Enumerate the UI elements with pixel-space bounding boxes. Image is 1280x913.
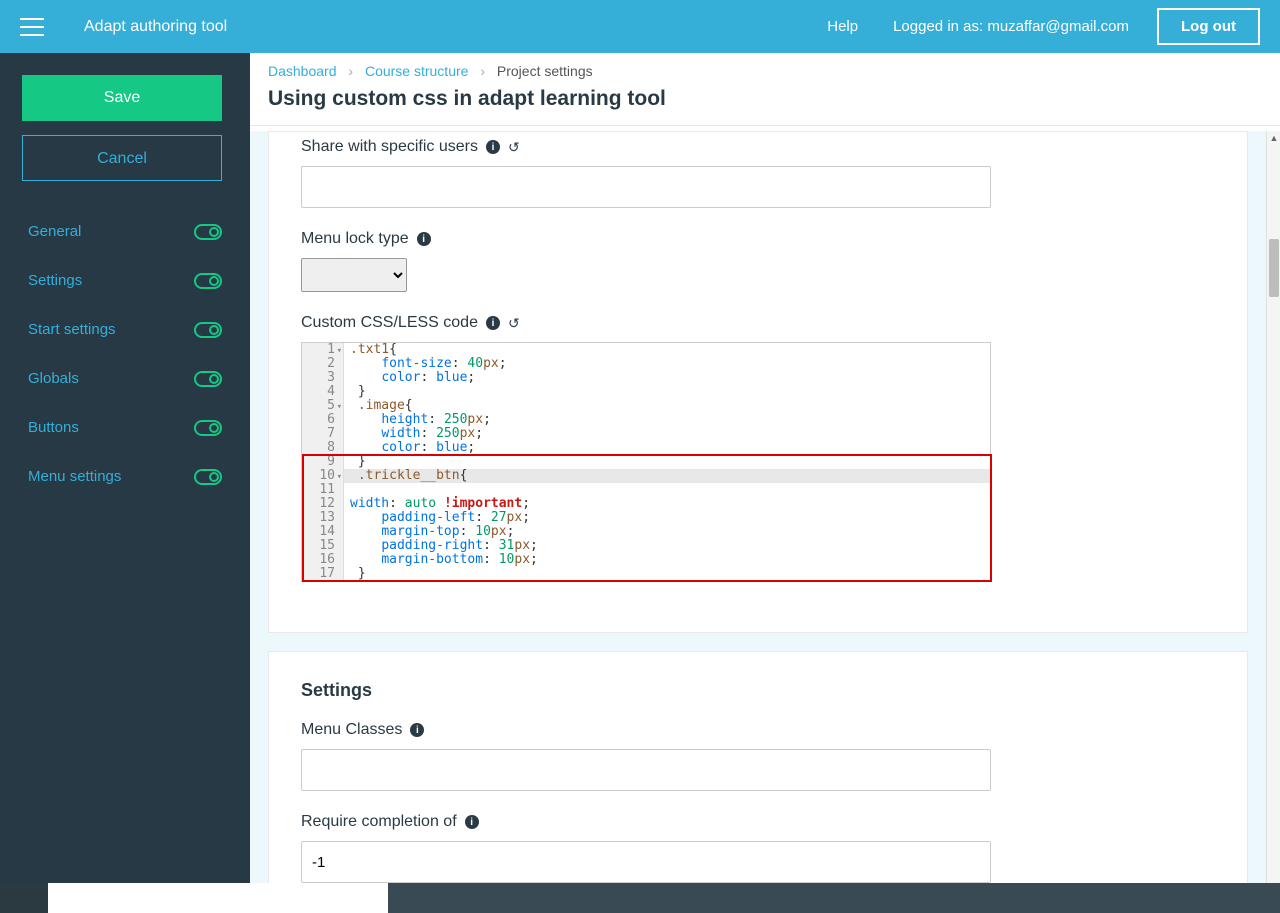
- scrollbar-track[interactable]: ▲ ▼: [1266, 131, 1280, 913]
- info-icon[interactable]: i: [486, 316, 500, 330]
- share-users-label: Share with specific users: [301, 138, 478, 156]
- breadcrumb-current: Project settings: [497, 63, 593, 79]
- sidebar-item-globals[interactable]: Globals: [22, 354, 228, 403]
- scroll-up-arrow[interactable]: ▲: [1267, 131, 1280, 145]
- breadcrumb-dashboard[interactable]: Dashboard: [268, 63, 337, 79]
- page-title: Using custom css in adapt learning tool: [268, 87, 1262, 111]
- menu-lock-label: Menu lock type: [301, 230, 409, 248]
- menu-lock-select[interactable]: [301, 258, 407, 292]
- content-scroll[interactable]: Share with specific users i ↺ Menu lock …: [250, 131, 1266, 913]
- menu-classes-input[interactable]: [301, 749, 991, 791]
- toggle-icon[interactable]: [194, 322, 222, 338]
- hamburger-menu-icon[interactable]: [20, 18, 44, 36]
- save-button[interactable]: Save: [22, 75, 222, 121]
- sidebar: Save Cancel GeneralSettingsStart setting…: [0, 53, 250, 913]
- sidebar-item-general[interactable]: General: [22, 207, 228, 256]
- info-icon[interactable]: i: [486, 140, 500, 154]
- help-link[interactable]: Help: [827, 18, 858, 35]
- code-editor[interactable]: 1▾.txt1{2 font-size: 40px;3 color: blue;…: [301, 342, 991, 582]
- logged-in-text: Logged in as: muzaffar@gmail.com: [893, 18, 1129, 35]
- share-users-input[interactable]: [301, 166, 991, 208]
- toggle-icon[interactable]: [194, 371, 222, 387]
- sidebar-item-settings[interactable]: Settings: [22, 256, 228, 305]
- require-completion-input[interactable]: [301, 841, 991, 883]
- custom-css-label: Custom CSS/LESS code: [301, 314, 478, 332]
- main-area: Dashboard › Course structure › Project s…: [250, 53, 1280, 913]
- sidebar-item-buttons[interactable]: Buttons: [22, 403, 228, 452]
- sidebar-item-start-settings[interactable]: Start settings: [22, 305, 228, 354]
- cancel-button[interactable]: Cancel: [22, 135, 222, 181]
- topbar: Adapt authoring tool Help Logged in as: …: [0, 0, 1280, 53]
- menu-classes-label: Menu Classes: [301, 721, 402, 739]
- toggle-icon[interactable]: [194, 469, 222, 485]
- toggle-icon[interactable]: [194, 420, 222, 436]
- taskbar: [0, 883, 1280, 913]
- info-icon[interactable]: i: [417, 232, 431, 246]
- breadcrumb: Dashboard › Course structure › Project s…: [268, 63, 1262, 79]
- logout-button[interactable]: Log out: [1157, 8, 1260, 45]
- settings-heading: Settings: [301, 680, 1215, 701]
- reset-icon[interactable]: ↺: [508, 139, 520, 156]
- toggle-icon[interactable]: [194, 224, 222, 240]
- app-title: Adapt authoring tool: [84, 18, 227, 36]
- require-completion-label: Require completion of: [301, 813, 457, 831]
- toggle-icon[interactable]: [194, 273, 222, 289]
- reset-icon[interactable]: ↺: [508, 315, 520, 332]
- sidebar-item-menu-settings[interactable]: Menu settings: [22, 452, 228, 501]
- breadcrumb-course-structure[interactable]: Course structure: [365, 63, 468, 79]
- info-icon[interactable]: i: [410, 723, 424, 737]
- info-icon[interactable]: i: [465, 815, 479, 829]
- scrollbar-thumb[interactable]: [1269, 239, 1279, 297]
